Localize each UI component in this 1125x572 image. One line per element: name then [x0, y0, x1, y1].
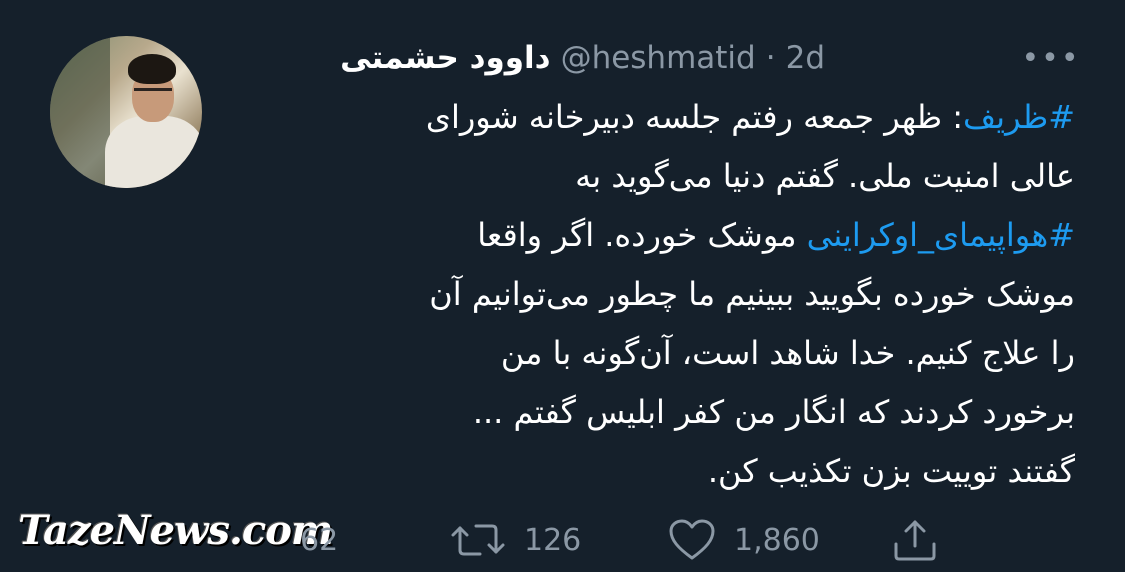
retweet-button[interactable]: 126	[450, 518, 581, 562]
reply-button[interactable]: 62	[300, 518, 338, 562]
tweet-line-text: عالی امنیت ملی. گفتم دنیا می‌گوید به	[575, 157, 1075, 195]
author-display-name[interactable]: داوود حشمتی	[340, 40, 550, 76]
more-options-icon[interactable]: •••	[1021, 38, 1078, 78]
like-button[interactable]: 1,860	[668, 518, 820, 562]
like-count: 1,860	[734, 522, 820, 558]
avatar-shirt	[105, 116, 202, 188]
share-button[interactable]	[888, 518, 942, 562]
avatar-glasses	[134, 88, 172, 99]
avatar-hair	[128, 54, 176, 84]
tweet-header: داوود حشمتی @heshmatid · 2d	[340, 38, 825, 78]
tweet-line-text: : ظهر جمعه رفتم جلسه دبیرخانه شورای	[425, 98, 964, 136]
separator-dot: ·	[765, 40, 776, 76]
reply-count: 62	[300, 522, 339, 558]
tweet-line: #ظریف: ظهر جمعه رفتم جلسه دبیرخانه شورای	[225, 88, 1075, 147]
tweet-line-text: گفتند توییت بزن تکذیب کن.	[707, 452, 1075, 490]
tweet-line-text: موشک خورده. اگر واقعا	[477, 216, 807, 254]
hashtag-link[interactable]: #هواپیمای_اوکراینی	[807, 216, 1075, 254]
hashtag-link[interactable]: #ظریف	[963, 98, 1075, 136]
tweet-line-text: برخورد کردند که انگار من کفر ابلیس گفتم …	[472, 393, 1075, 431]
tweet-line-text: را علاج کنیم. خدا شاهد است، آن‌گونه با م…	[500, 334, 1075, 372]
retweet-icon	[451, 524, 505, 556]
tweet-line-text: موشک خورده بگویید ببینیم ما چطور می‌توان…	[429, 275, 1075, 313]
author-handle[interactable]: @heshmatid	[561, 40, 756, 76]
heart-icon	[669, 519, 715, 560]
retweet-count: 126	[524, 522, 582, 558]
tweet-timestamp[interactable]: 2d	[786, 40, 825, 76]
tweet-line: را علاج کنیم. خدا شاهد است، آن‌گونه با م…	[225, 324, 1075, 383]
tweet-line: برخورد کردند که انگار من کفر ابلیس گفتم …	[225, 383, 1075, 442]
avatar[interactable]	[50, 36, 202, 188]
tweet-line: موشک خورده بگویید ببینیم ما چطور می‌توان…	[225, 265, 1075, 324]
share-icon	[894, 520, 936, 561]
tweet-line: #هواپیمای_اوکراینی موشک خورده. اگر واقعا	[225, 206, 1075, 265]
tweet-line: گفتند توییت بزن تکذیب کن.	[225, 442, 1075, 501]
avatar-background	[50, 36, 110, 188]
tweet-text: #ظریف: ظهر جمعه رفتم جلسه دبیرخانه شورای…	[225, 88, 1075, 501]
watermark: TazeNews.com	[18, 507, 333, 554]
tweet-line: عالی امنیت ملی. گفتم دنیا می‌گوید به	[225, 147, 1075, 206]
